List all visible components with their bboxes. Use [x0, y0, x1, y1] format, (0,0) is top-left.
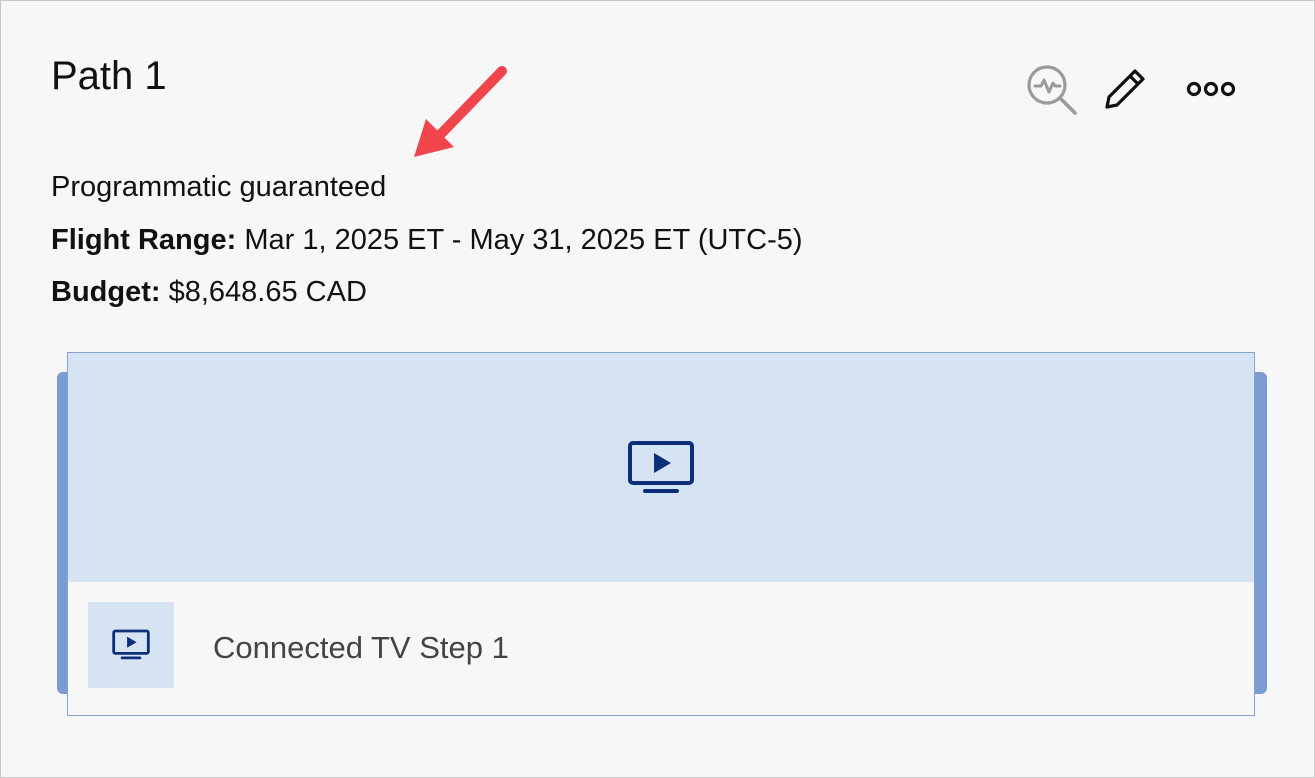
more-options-button[interactable]: [1181, 61, 1241, 117]
more-horizontal-icon: [1186, 81, 1236, 97]
step-label: Connected TV Step 1: [213, 630, 509, 665]
flight-range-value: Mar 1, 2025 ET - May 31, 2025 ET (UTC-5): [244, 224, 803, 256]
step-media: [68, 353, 1254, 582]
edit-button[interactable]: [1097, 61, 1153, 117]
budget: Budget: $8,648.65 CAD: [51, 275, 367, 309]
path-panel: Path 1 Programmatic guaranteed Flight Ra…: [0, 0, 1315, 778]
pencil-icon: [1105, 69, 1145, 109]
annotation-arrow-icon: [414, 66, 507, 157]
deal-type: Programmatic guaranteed: [51, 171, 387, 203]
budget-label: Budget:: [51, 276, 161, 308]
connected-tv-icon: [112, 629, 150, 660]
step-thumbnail: [88, 602, 174, 688]
step-card[interactable]: Connected TV Step 1: [67, 352, 1255, 716]
connected-tv-icon: [628, 440, 694, 493]
page-title: Path 1: [51, 54, 167, 98]
toolbar: [1021, 61, 1251, 117]
flight-range: Flight Range: Mar 1, 2025 ET - May 31, 2…: [51, 223, 803, 257]
magnifier-pulse-icon: [1027, 65, 1077, 115]
insights-button[interactable]: [1021, 61, 1081, 117]
budget-value: $8,648.65 CAD: [168, 276, 367, 308]
step-footer: Connected TV Step 1: [68, 582, 1254, 715]
flight-range-label: Flight Range:: [51, 224, 237, 256]
